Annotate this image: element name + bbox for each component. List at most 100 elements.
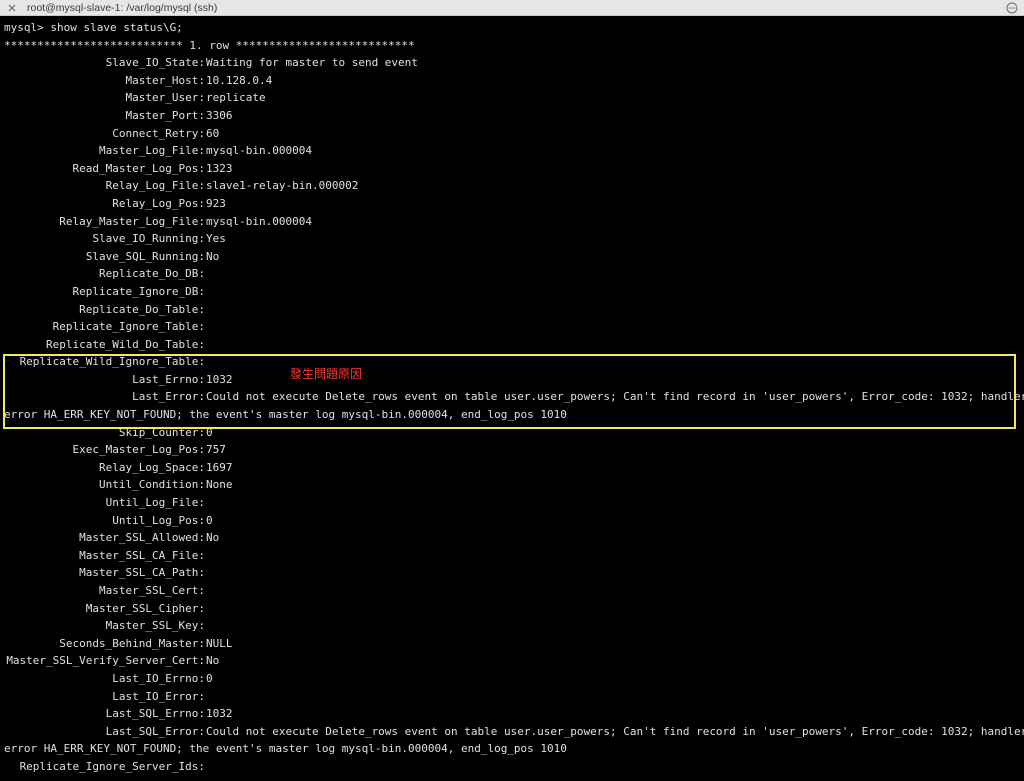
status-field-label: Slave_SQL_Running: [85, 249, 205, 263]
status-field-row: Until_Condition: None [4, 476, 1024, 494]
terminal-output[interactable]: mysql> show slave status\G; ************… [0, 16, 1024, 781]
status-field-label: Last_SQL_Errno: [105, 707, 205, 721]
status-field-value: replicate [206, 91, 266, 105]
status-field-row: Skip_Counter: 0 [4, 424, 1024, 442]
status-field-value-wrap: error HA_ERR_KEY_NOT_FOUND; the event's … [4, 742, 567, 756]
status-field-row: Slave_IO_Running: Yes [4, 230, 1024, 248]
status-field-label: Master_Log_File: [99, 144, 205, 158]
status-field-label: Relay_Log_Space: [99, 460, 205, 474]
status-field-label: Replicate_Do_Table: [79, 302, 205, 316]
status-field-row: Last_IO_Errno: 0 [4, 670, 1024, 688]
status-field-value: None [206, 478, 233, 492]
status-field-value: 757 [206, 443, 226, 457]
status-field-label: Replicate_Wild_Do_Table: [46, 337, 205, 351]
error-cause-annotation: 發生問題原因 [290, 367, 363, 381]
status-field-row: Replicate_Ignore_Server_Ids: [4, 758, 1024, 776]
status-field-row: Replicate_Do_Table: [4, 301, 1024, 319]
status-field-label: Slave_IO_State: [105, 56, 205, 70]
status-field-label: Replicate_Ignore_DB: [72, 284, 205, 298]
status-field-value: 10.128.0.4 [206, 73, 273, 87]
status-field-value: 1032 [206, 372, 233, 386]
status-field-label: Replicate_Wild_Ignore_Table: [19, 355, 205, 369]
status-field-row: Master_SSL_Key: [4, 617, 1024, 635]
status-field-value: No [206, 249, 220, 263]
status-field-row: Last_SQL_Error: Could not execute Delete_… [4, 723, 1024, 741]
status-field-label: Read_Master_Log_Pos: [72, 161, 205, 175]
status-field-label: Until_Condition: [99, 478, 205, 492]
status-field-label: Relay_Log_Pos: [112, 196, 205, 210]
status-field-value: No [206, 654, 220, 668]
status-field-label: Last_SQL_Error: [105, 724, 205, 738]
status-field-label: Master_Host: [125, 73, 205, 87]
status-field-label: Skip_Counter: [118, 425, 205, 439]
status-field-label: Until_Log_Pos: [112, 513, 205, 527]
status-field-value: 1323 [206, 161, 233, 175]
status-field-label: Last_IO_Errno: [112, 671, 205, 685]
status-field-row: Replicate_Wild_Ignore_Table: [4, 353, 1024, 371]
status-field-row: Last_Errno: 1032 [4, 371, 1024, 389]
status-field-value: No [206, 531, 220, 545]
status-field-row: Master_SSL_Verify_Server_Cert: No [4, 652, 1024, 670]
status-field-row: Master_Log_File: mysql-bin.000004 [4, 142, 1024, 160]
status-field-label: Last_Errno: [132, 372, 205, 386]
status-field-label: Master_SSL_Cipher: [85, 601, 205, 615]
status-field-value: 0 [206, 671, 213, 685]
status-field-value: 0 [206, 425, 213, 439]
status-field-row: Master_SSL_CA_File: [4, 547, 1024, 565]
status-field-label: Replicate_Do_DB: [99, 267, 205, 281]
status-field-value: 0 [206, 513, 213, 527]
status-field-value: 1697 [206, 460, 233, 474]
status-field-row: Seconds_Behind_Master: NULL [4, 635, 1024, 653]
status-field-value: Waiting for master to send event [206, 56, 418, 70]
status-field-row: Master_Host: 10.128.0.4 [4, 72, 1024, 90]
status-field-label: Relay_Master_Log_File: [59, 214, 205, 228]
status-field-row: Slave_IO_State: Waiting for master to sen… [4, 54, 1024, 72]
prompt-line: mysql> show slave status\G; [4, 21, 183, 34]
status-field-row: Master_SSL_Cipher: [4, 600, 1024, 618]
status-field-row: Relay_Log_Space: 1697 [4, 459, 1024, 477]
status-field-value: mysql-bin.000004 [206, 144, 312, 158]
status-field-value: 923 [206, 196, 226, 210]
status-field-label: Until_Log_File: [105, 496, 205, 510]
status-field-value: 3306 [206, 108, 233, 122]
status-field-value-wrap: error HA_ERR_KEY_NOT_FOUND; the event's … [4, 408, 567, 422]
status-field-label: Master_SSL_Cert: [99, 584, 205, 597]
status-field-value: Could not execute Delete_rows event on t… [206, 390, 1024, 404]
window-title: root@mysql-slave-1: /var/log/mysql (ssh) [27, 2, 218, 14]
status-field-row: Last_IO_Error: [4, 688, 1024, 706]
status-field-value: 1032 [206, 707, 233, 721]
status-field-label: Master_SSL_Allowed: [79, 531, 205, 545]
status-field-value: Could not execute Delete_rows event on t… [206, 724, 1024, 738]
status-field-row: Master_Port: 3306 [4, 107, 1024, 125]
status-field-label: Master_SSL_Verify_Server_Cert: [6, 654, 205, 668]
status-field-label: Slave_IO_Running: [92, 232, 205, 246]
status-field-row: Until_Log_File: [4, 494, 1024, 512]
status-field-label: Replicate_Ignore_Server_Ids: [19, 759, 205, 773]
status-field-row: Connect_Retry: 60 [4, 125, 1024, 143]
status-field-row: Master_SSL_Allowed: No [4, 529, 1024, 547]
status-field-row: Relay_Log_File: slave1-relay-bin.000002 [4, 177, 1024, 195]
status-field-row: Relay_Master_Log_File: mysql-bin.000004 [4, 213, 1024, 231]
status-field-row: Relay_Log_Pos: 923 [4, 195, 1024, 213]
status-field-row: Replicate_Do_DB: [4, 265, 1024, 283]
more-options-icon[interactable] [1006, 2, 1018, 14]
status-field-row: Replicate_Ignore_Table: [4, 318, 1024, 336]
status-field-row: Replicate_Ignore_DB: [4, 283, 1024, 301]
status-field-value: NULL [206, 636, 233, 650]
status-field-row: Last_SQL_Errno: 1032 [4, 705, 1024, 723]
status-field-label: Master_SSL_CA_File: [79, 548, 205, 562]
status-field-label: Relay_Log_File: [105, 179, 205, 193]
status-field-label: Master_SSL_Key: [105, 619, 205, 633]
status-field-label: Replicate_Ignore_Table: [52, 320, 205, 334]
status-field-label: Master_SSL_CA_Path: [79, 566, 205, 580]
status-field-label: Connect_Retry: [112, 126, 205, 140]
status-field-value: mysql-bin.000004 [206, 214, 312, 228]
status-field-label: Master_Port: [125, 108, 205, 122]
status-field-value: Yes [206, 232, 226, 246]
status-field-row: Read_Master_Log_Pos: 1323 [4, 160, 1024, 178]
status-field-value: 60 [206, 126, 220, 140]
status-field-row: Master_SSL_Cert: [4, 582, 1024, 600]
status-field-label: Seconds_Behind_Master: [59, 636, 205, 650]
status-field-row: Last_Error: Could not execute Delete_rows… [4, 388, 1024, 406]
close-icon[interactable] [6, 2, 18, 14]
